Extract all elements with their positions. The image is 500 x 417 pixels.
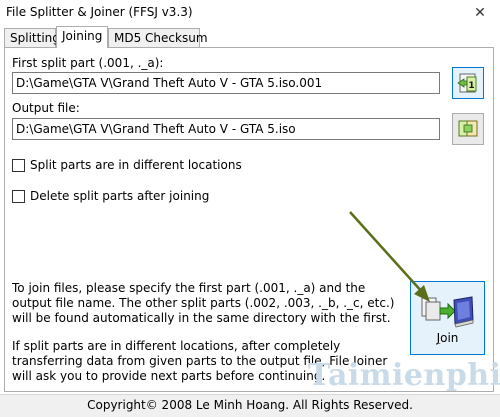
tab-md5-checksum[interactable]: MD5 Checksum [108,28,208,48]
join-files-icon [421,296,474,328]
checkbox-box[interactable] [12,189,25,203]
window-title: File Splitter & Joiner (FFSJ v3.3) [6,5,193,19]
svg-text:1: 1 [468,81,474,91]
output-file-field[interactable]: D:\Game\GTA V\Grand Theft Auto V - GTA 5… [12,118,440,140]
save-file-icon [458,120,478,137]
first-part-field[interactable]: D:\Game\GTA V\Grand Theft Auto V - GTA 5… [12,72,440,94]
different-locations-checkbox[interactable]: Split parts are in different locations [12,158,242,172]
delete-after-joining-label: Delete split parts after joining [30,189,210,203]
different-locations-instructions-text: If split parts are in different location… [12,339,388,383]
close-icon[interactable]: ✕ [460,0,500,26]
join-instructions-text: To join files, please specify the first … [12,281,395,325]
output-file-label: Output file: [12,101,80,115]
open-file-icon: 1 [457,73,477,93]
browse-first-part-button[interactable]: 1 [452,67,484,99]
title-bar: File Splitter & Joiner (FFSJ v3.3) ✕ [0,0,500,26]
browse-output-button[interactable] [452,113,484,145]
status-bar: Copyright© 2008 Le Minh Hoang. All Right… [0,394,500,417]
join-button-label: Join [436,331,459,345]
tab-joining[interactable]: Joining [56,26,108,48]
first-part-label: First split part (.001, ._a): [12,56,164,70]
checkbox-box[interactable] [12,158,25,172]
tab-splitting[interactable]: Splitting [4,28,60,48]
join-button[interactable]: Join [410,281,485,355]
copyright-text: Copyright© 2008 Le Minh Hoang. All Right… [87,398,413,412]
different-locations-label: Split parts are in different locations [30,158,242,172]
delete-after-joining-checkbox[interactable]: Delete split parts after joining [12,189,209,203]
